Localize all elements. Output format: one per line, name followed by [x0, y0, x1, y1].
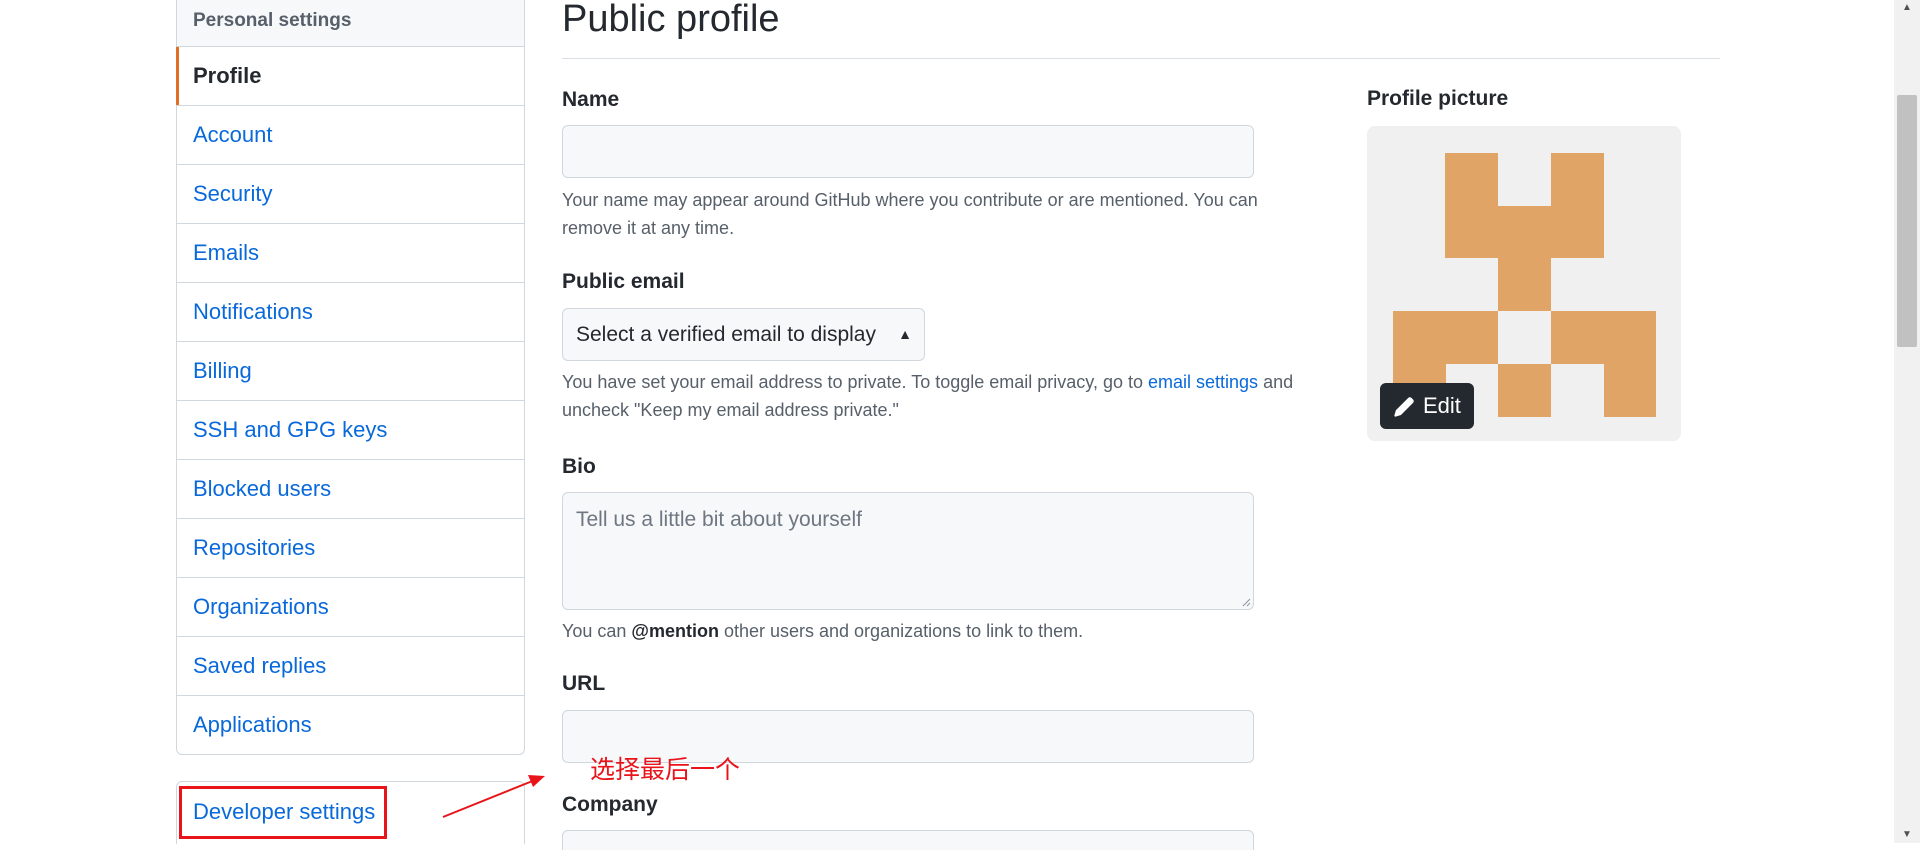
annotation-arrow-icon — [442, 775, 545, 818]
scroll-up-icon[interactable]: ▲ — [1902, 2, 1912, 13]
scroll-down-icon[interactable]: ▼ — [1902, 829, 1912, 840]
page-scrollbar[interactable]: ▲ ▼ — [1894, 0, 1920, 843]
scroll-thumb[interactable] — [1897, 95, 1917, 347]
